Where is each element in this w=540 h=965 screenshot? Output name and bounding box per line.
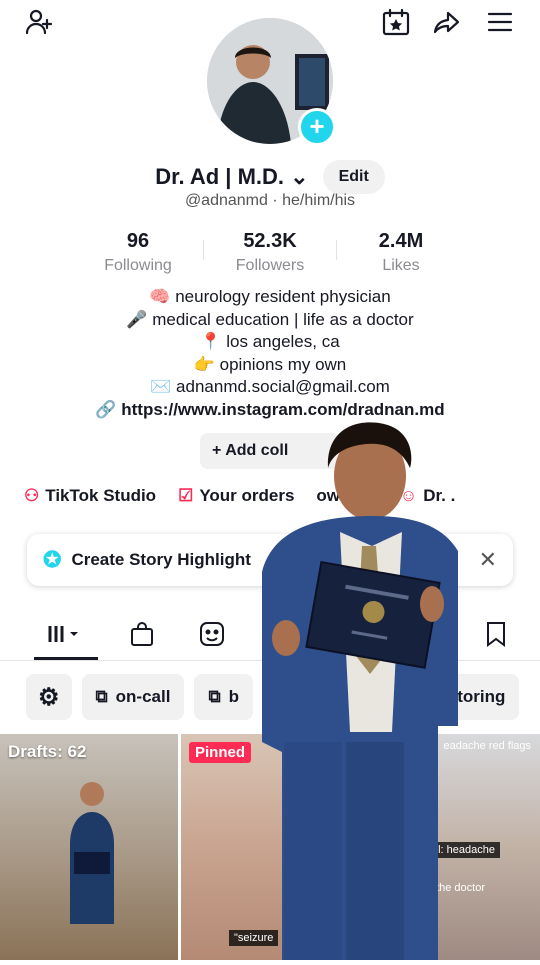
close-icon[interactable]: ✕	[479, 547, 497, 573]
bio-line: 📍 los angeles, ca	[200, 332, 340, 351]
tab-videos-grid-icon[interactable]	[36, 612, 96, 656]
playlist-icon: ⧉	[208, 687, 221, 706]
orders-icon: ☑	[178, 486, 194, 505]
tab-shop-bag-icon[interactable]	[112, 612, 172, 656]
overlay-person-sticker	[222, 412, 468, 960]
stat-likes[interactable]: 2.4M Likes	[341, 230, 461, 275]
playlist-icon: ⧉	[95, 687, 108, 706]
chip-on-call[interactable]: ⧉ on-call	[81, 674, 185, 720]
menu-icon[interactable]	[482, 4, 518, 40]
active-tab-indicator	[34, 657, 98, 660]
add-friend-icon[interactable]	[22, 4, 58, 40]
gear-icon: ⚙	[38, 683, 60, 711]
stat-followers[interactable]: 52.3K Followers	[210, 230, 330, 275]
share-icon[interactable]	[428, 4, 464, 40]
bio-email[interactable]: ✉️ adnanmd.social@gmail.com	[0, 376, 540, 399]
add-avatar-button[interactable]: +	[298, 108, 336, 146]
profile-name[interactable]: Dr. Ad | M.D. ⌄	[155, 164, 308, 190]
profile-handle: @adnanmd · he/him/his	[184, 192, 356, 209]
bio-line: 👉 opinions my own	[193, 354, 347, 374]
video-thumbnail-drafts[interactable]: Drafts: 62	[0, 734, 178, 960]
shortcut-tiktok-studio[interactable]: ⚇ TikTok Studio	[24, 486, 156, 506]
studio-icon: ⚇	[24, 486, 40, 505]
calendar-star-icon[interactable]	[378, 4, 414, 40]
bio-line: 🧠 neurology resident physician	[149, 287, 391, 306]
profile-name-row: Dr. Ad | M.D. ⌄ Edit	[0, 160, 540, 194]
chevron-down-icon: ⌄	[284, 164, 309, 189]
divider	[336, 240, 337, 260]
bio-line: 🎤 medical education | life as a doctor	[126, 309, 414, 329]
tab-bookmark-icon[interactable]	[466, 612, 526, 656]
divider	[203, 240, 204, 260]
story-highlight-icon: ✪	[43, 547, 62, 572]
stat-following[interactable]: 96 Following	[78, 230, 198, 275]
chip-settings[interactable]: ⚙	[26, 674, 72, 720]
bio: 🧠 neurology resident physician 🎤 medical…	[0, 286, 540, 421]
edit-profile-button[interactable]: Edit	[322, 160, 385, 194]
